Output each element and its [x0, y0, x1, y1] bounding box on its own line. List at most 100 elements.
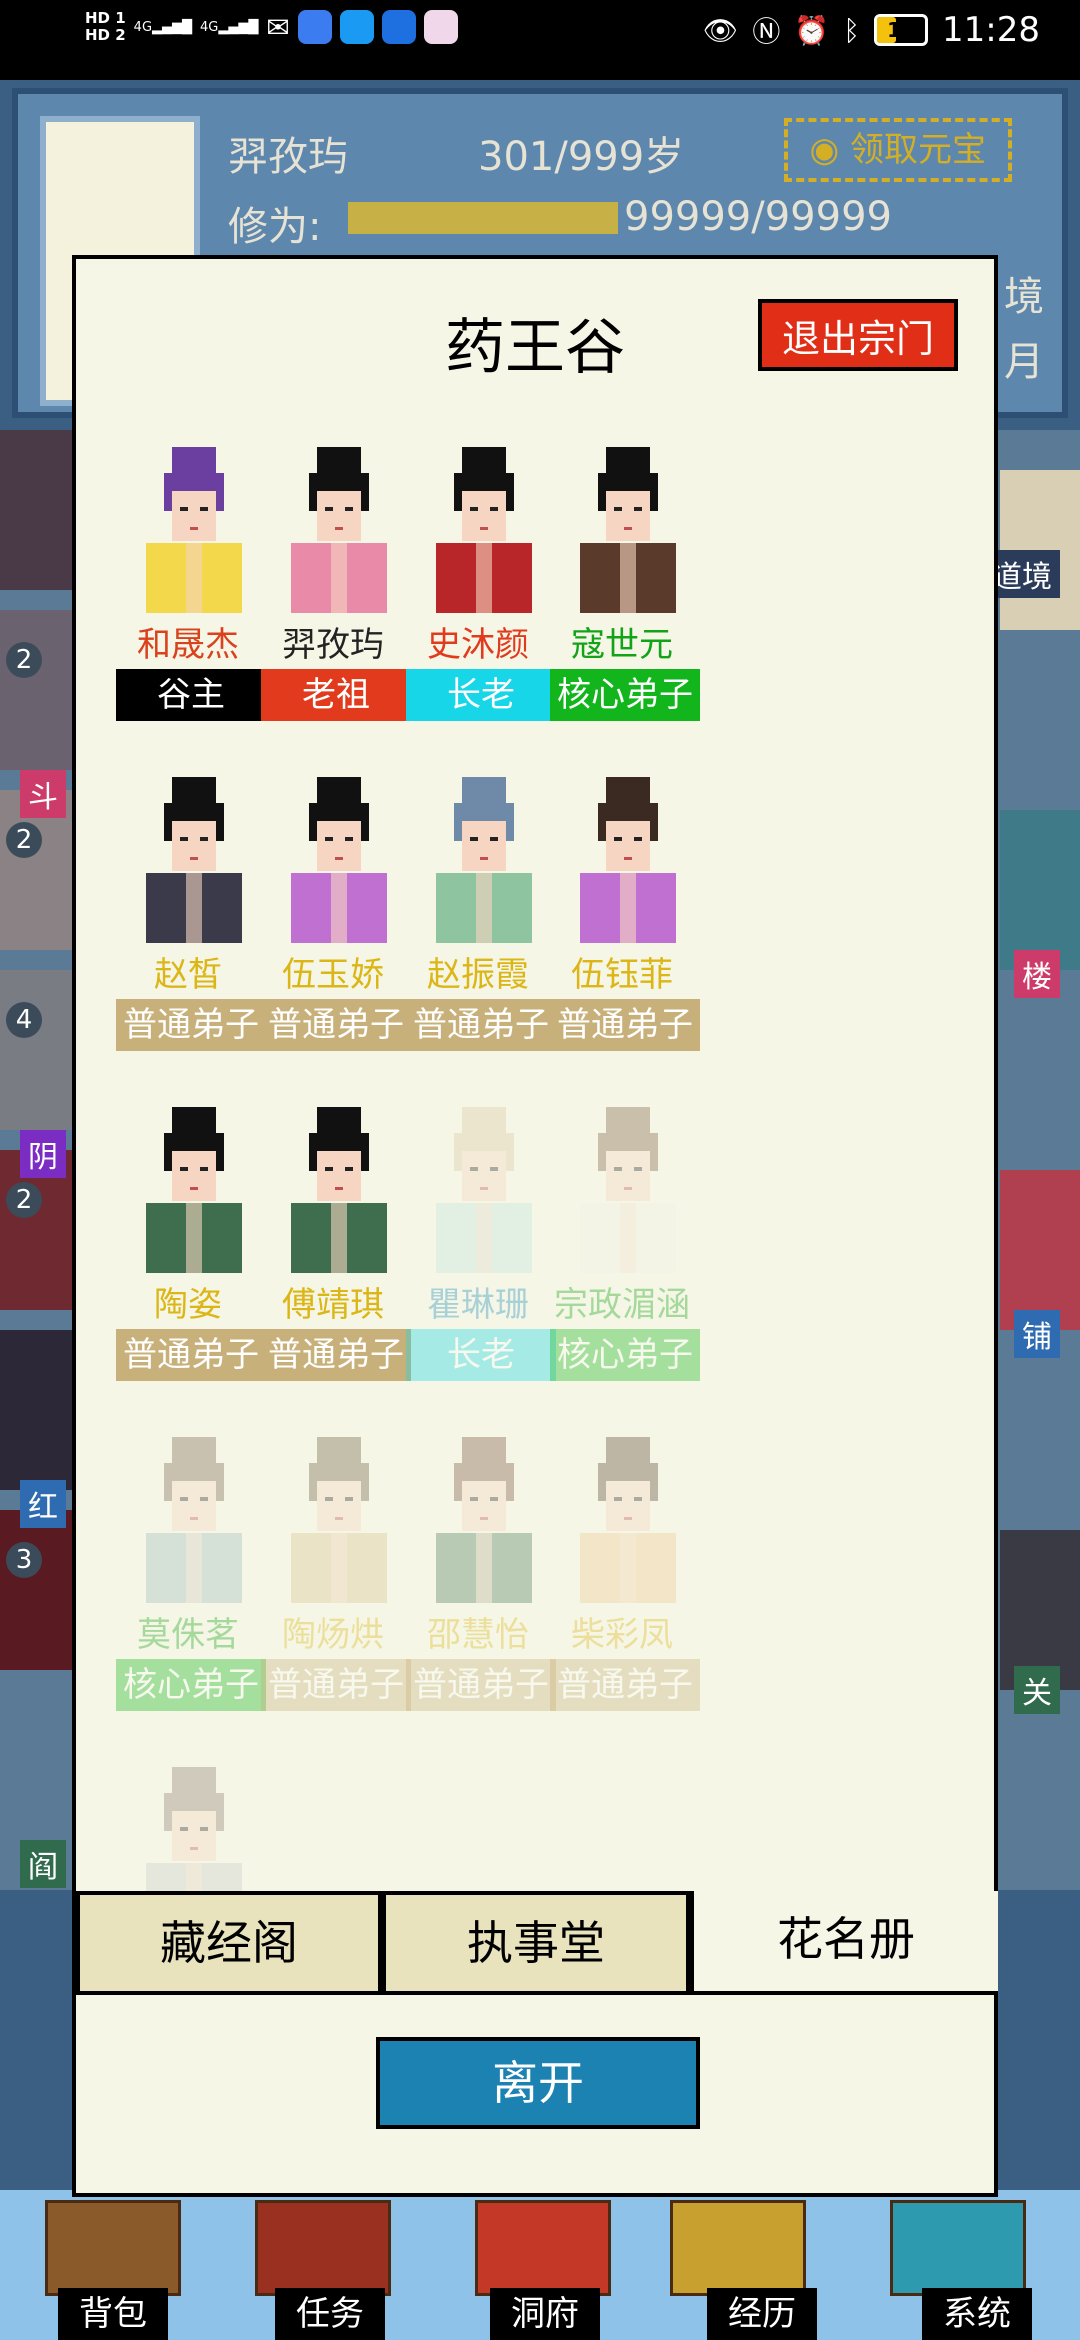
nfc-icon: Ⓝ [752, 15, 781, 48]
place-label: 阴 [20, 1130, 66, 1178]
member-portrait [279, 773, 399, 943]
exit-sect-button[interactable]: 退出宗门 [758, 299, 958, 371]
task-icon[interactable] [255, 2200, 391, 2296]
backpack-icon[interactable] [45, 2200, 181, 2296]
leave-button[interactable]: 离开 [376, 2037, 700, 2129]
claim-ingot-label: 领取元宝 [850, 130, 986, 170]
member-name: 寇世元 [571, 625, 673, 665]
nav-tasks[interactable]: 任务 [275, 2288, 385, 2340]
location-tile-right[interactable] [1000, 1170, 1080, 1330]
member-portrait [568, 1433, 688, 1603]
member-portrait [134, 773, 254, 943]
member-card[interactable]: 寇世元 核心弟子 [532, 443, 712, 743]
member-card[interactable]: 柴彩凤 普通弟子 [532, 1433, 712, 1733]
member-roster[interactable]: 和晟杰 谷主 羿孜玙 老祖 史沐颜 长老 寇世元 核心弟子 赵皙 普通弟子 伍玉娇 普通弟子 赵振霞 普通… [76, 443, 998, 2093]
tab-affairs-hall[interactable]: 执事堂 [382, 1891, 690, 1995]
member-rank-badge: 核心弟子 [550, 1329, 700, 1381]
location-tile[interactable] [0, 1510, 80, 1670]
portrait-sprite [436, 777, 532, 943]
badge-count: 3 [6, 1542, 42, 1578]
member-name: 柴彩凤 [571, 1615, 673, 1655]
member-card[interactable]: 伍钰菲 普通弟子 [532, 773, 712, 1073]
nav-history[interactable]: 经历 [707, 2288, 817, 2340]
portrait-sprite [580, 1437, 676, 1603]
portrait-sprite [580, 447, 676, 613]
member-rank-badge: 普通弟子 [550, 1659, 700, 1711]
status-bar: HD 1 HD 2 4G▂▄▆█ 4G▂▄▆█ ✉ 👁 Ⓝ ⏰ ᛒ 13 11:… [0, 0, 1080, 80]
member-portrait [279, 443, 399, 613]
location-tile-right[interactable] [1000, 810, 1080, 970]
place-label-right: 铺 [1014, 1310, 1060, 1358]
place-label: 阎 [20, 1840, 66, 1888]
alarm-icon: ⏰ [794, 13, 830, 47]
wechat-icon: ✉ [266, 10, 290, 44]
nav-cave[interactable]: 洞府 [490, 2288, 600, 2340]
member-portrait [134, 1433, 254, 1603]
member-portrait [568, 773, 688, 943]
music-app-icon [297, 10, 332, 44]
location-tile[interactable] [0, 970, 80, 1130]
member-portrait [134, 1103, 254, 1273]
month-text: 月 [1004, 339, 1044, 385]
nav-backpack[interactable]: 背包 [58, 2288, 168, 2340]
bulb-app-icon [381, 10, 416, 44]
sect-tabs: 藏经阁 执事堂 花名册 [76, 1891, 998, 1995]
member-portrait [279, 1433, 399, 1603]
status-right: 👁 Ⓝ ⏰ ᛒ 13 11:28 [703, 10, 1040, 50]
system-icon[interactable] [890, 2200, 1026, 2296]
claim-ingot-button[interactable]: ◉ 领取元宝 [783, 118, 1012, 182]
portrait-sprite [146, 1437, 242, 1603]
location-tile[interactable] [0, 1330, 80, 1490]
portrait-sprite [291, 1107, 387, 1273]
sect-dialog: 药王谷 退出宗门 和晟杰 谷主 羿孜玙 老祖 史沐颜 长老 寇世元 核心弟子 赵皙 普通弟子 伍玉娇… [72, 255, 998, 2197]
photo-app-icon [423, 10, 458, 44]
cultivation-value: 99999/99999 [624, 194, 892, 240]
place-label: 红 [20, 1480, 66, 1528]
history-icon[interactable] [670, 2200, 806, 2296]
portrait-sprite [580, 777, 676, 943]
badge-count: 2 [6, 822, 42, 858]
search-app-icon [339, 10, 374, 44]
sim1-label: HD 1 [85, 9, 126, 27]
badge-count: 2 [6, 642, 42, 678]
tab-roster[interactable]: 花名册 [690, 1891, 998, 1995]
member-card[interactable]: 宗政湄涵 核心弟子 [532, 1103, 712, 1403]
member-rank-badge: 普通弟子 [550, 999, 700, 1051]
location-tile[interactable] [0, 610, 80, 770]
portrait-sprite [146, 1107, 242, 1273]
realm-text: 境 [1004, 274, 1044, 320]
net1-label: 4G [133, 19, 153, 35]
ingot-icon: ◉ [809, 130, 850, 170]
place-label: 斗 [20, 770, 66, 818]
badge-count: 4 [6, 1002, 42, 1038]
member-portrait [424, 1433, 544, 1603]
portrait-sprite [580, 1107, 676, 1273]
member-name: 伍钰菲 [571, 955, 673, 995]
member-rank-badge: 核心弟子 [550, 669, 700, 721]
tab-scripture-pavilion[interactable]: 藏经阁 [76, 1891, 382, 1995]
place-label-right: 楼 [1014, 950, 1060, 998]
net2-label: 4G [200, 19, 219, 35]
cave-icon[interactable] [475, 2200, 611, 2296]
portrait-sprite [291, 777, 387, 943]
battery-level: 13 [887, 18, 915, 42]
badge-count: 2 [6, 1182, 42, 1218]
member-portrait [424, 1103, 544, 1273]
portrait-sprite [146, 447, 242, 613]
sim2-label: HD 2 [85, 26, 126, 44]
location-tile[interactable] [0, 430, 80, 590]
cultivation-label: 修为: [228, 204, 322, 250]
signal-icon-2: 4G▂▄▆█ [200, 19, 259, 35]
portrait-sprite [436, 447, 532, 613]
bottom-nav: 背包 任务 洞府 经历 系统 [0, 2190, 1080, 2340]
place-label-right: 关 [1014, 1666, 1060, 1714]
portrait-sprite [291, 447, 387, 613]
battery-icon: 13 [874, 14, 929, 46]
clock: 11:28 [942, 10, 1040, 50]
member-portrait [134, 443, 254, 613]
member-name: 宗政湄涵 [554, 1285, 690, 1325]
portrait-sprite [146, 777, 242, 943]
nav-system[interactable]: 系统 [922, 2288, 1032, 2340]
portrait-sprite [436, 1437, 532, 1603]
member-portrait [568, 443, 688, 613]
